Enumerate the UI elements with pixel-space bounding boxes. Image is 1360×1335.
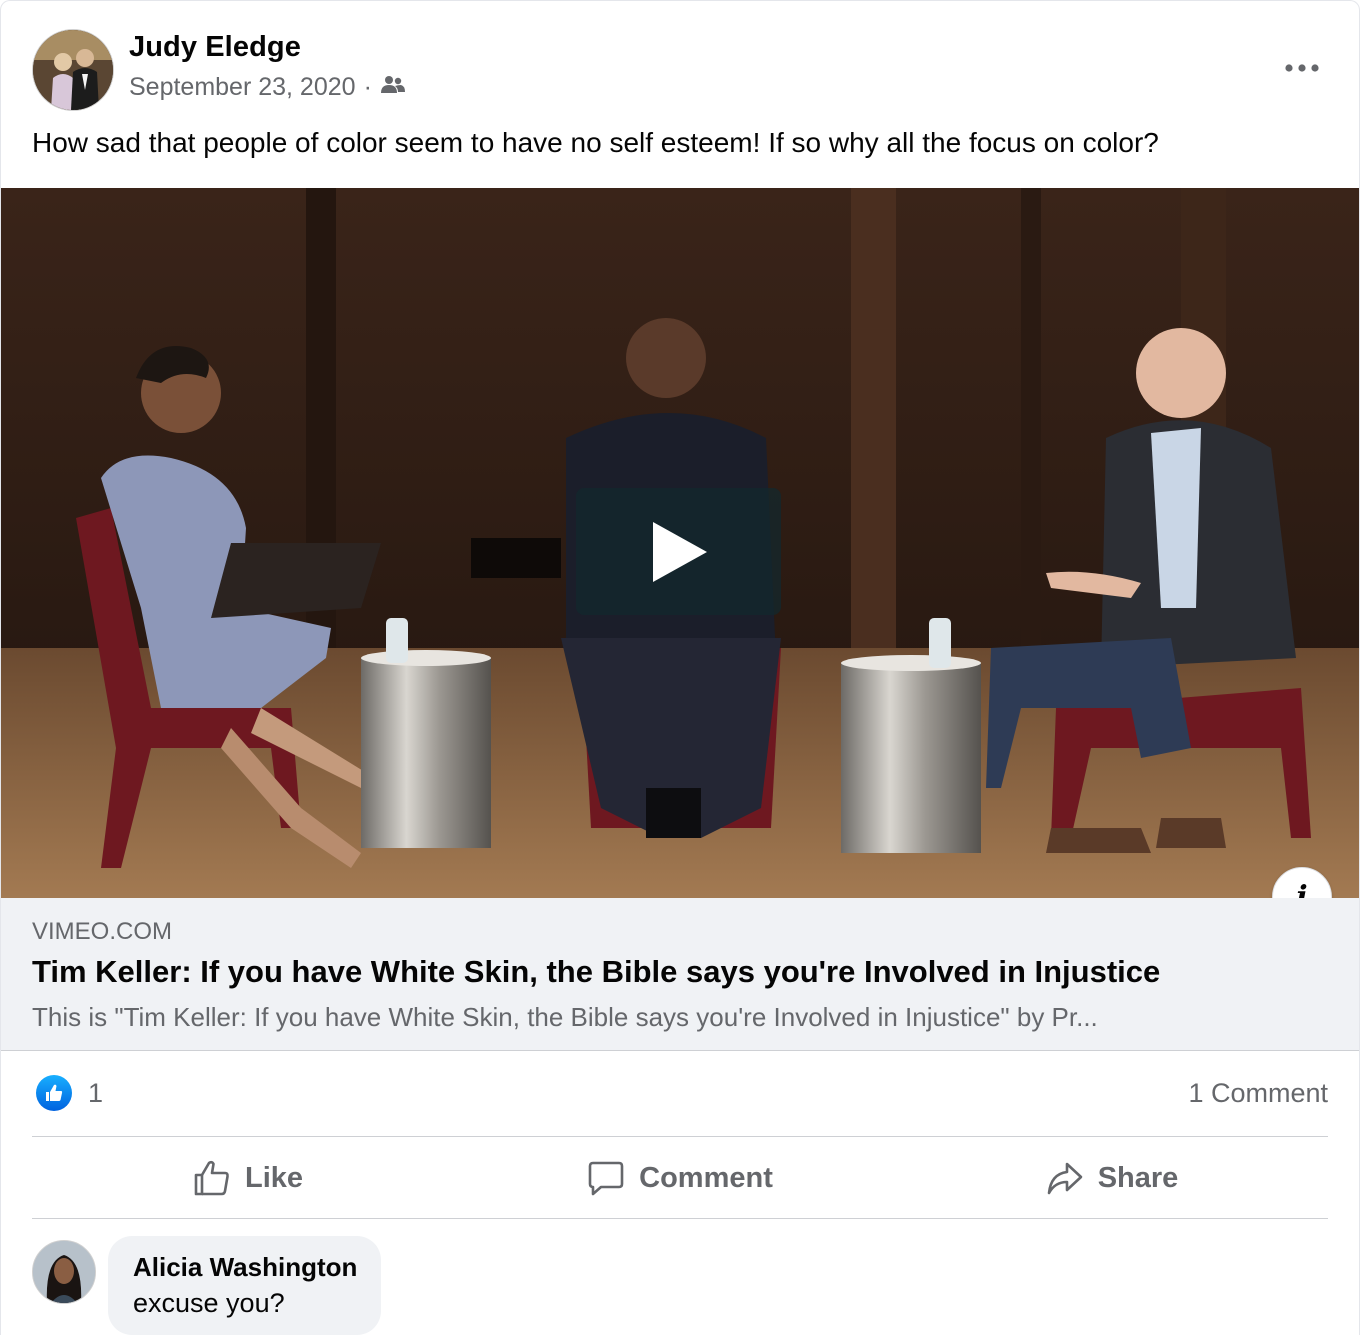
link-description: This is "Tim Keller: If you have White S…: [32, 1002, 1098, 1032]
commenter-avatar[interactable]: [32, 1240, 96, 1304]
like-reaction-icon[interactable]: [36, 1075, 72, 1111]
author-name[interactable]: Judy Eledge: [129, 31, 301, 64]
meta-separator: ·: [363, 73, 372, 101]
link-title[interactable]: Tim Keller: If you have White Skin, the …: [32, 954, 1160, 990]
comment-label: Comment: [639, 1161, 773, 1194]
comment-button[interactable]: Comment: [464, 1138, 896, 1218]
like-label: Like: [244, 1161, 304, 1194]
post-header: Judy Eledge September 23, 2020 ·: [32, 29, 1332, 111]
author-avatar[interactable]: [32, 29, 114, 111]
divider: [32, 1136, 1328, 1137]
like-count[interactable]: 1: [88, 1078, 103, 1109]
action-bar: Like Comment Share: [32, 1138, 1328, 1218]
comment-bubble: Alicia Washington excuse you?: [108, 1236, 381, 1335]
share-arrow-icon: [1047, 1162, 1082, 1195]
avatar-photo: [33, 1241, 95, 1303]
post-text: How sad that people of color seem to hav…: [32, 127, 1159, 158]
comment-bubble-icon: [588, 1161, 624, 1196]
commenter-name[interactable]: Alicia Washington: [133, 1252, 357, 1283]
divider: [32, 1218, 1328, 1219]
video-thumbnail[interactable]: [1, 188, 1359, 898]
friends-icon: [380, 73, 406, 102]
more-options-button[interactable]: [1272, 53, 1332, 83]
post-meta: September 23, 2020 ·: [129, 73, 406, 102]
post-date[interactable]: September 23, 2020: [129, 73, 356, 102]
play-icon: [652, 521, 707, 582]
link-preview[interactable]: VIMEO.COM Tim Keller: If you have White …: [1, 898, 1359, 1051]
reaction-stats: 1 1 Comment: [32, 1071, 1328, 1119]
comment-count[interactable]: 1 Comment: [1188, 1078, 1328, 1109]
post-card: Judy Eledge September 23, 2020 · How sad…: [0, 0, 1360, 1335]
avatar-photo: [33, 30, 113, 110]
play-button[interactable]: [576, 488, 781, 615]
comment-item: Alicia Washington excuse you?: [32, 1236, 1328, 1335]
share-label: Share: [1097, 1161, 1179, 1194]
comment-text: excuse you?: [133, 1288, 285, 1318]
ellipsis-icon: [1285, 64, 1319, 72]
thumbs-up-icon: [194, 1160, 229, 1196]
like-button[interactable]: Like: [32, 1138, 464, 1218]
share-button[interactable]: Share: [896, 1138, 1328, 1218]
link-domain: VIMEO.COM: [32, 918, 173, 945]
